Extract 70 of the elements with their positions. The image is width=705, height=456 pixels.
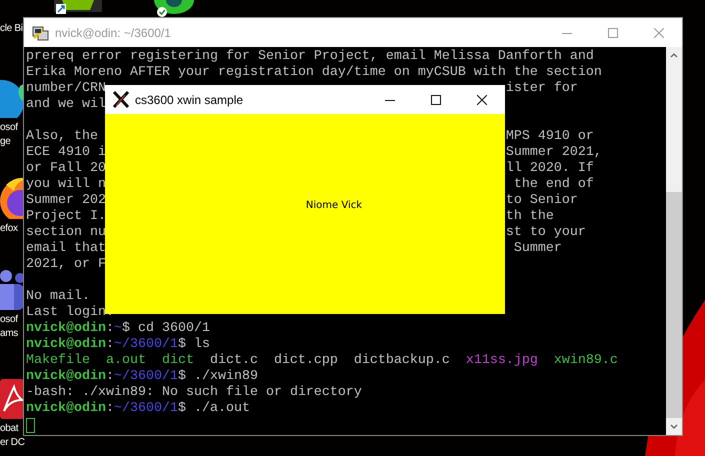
file-name: dictbackup.c bbox=[354, 353, 450, 369]
prompt-colon: : bbox=[106, 337, 114, 353]
terminal-text: Summer bbox=[512, 241, 562, 257]
terminal-text: email that bbox=[26, 241, 106, 257]
desktop-icon-label[interactable]: osof bbox=[0, 121, 18, 135]
close-icon bbox=[654, 28, 664, 38]
desktop-icon-label[interactable]: ams bbox=[0, 327, 18, 341]
file-name: dict bbox=[162, 353, 194, 369]
file-name: Makefile bbox=[26, 353, 90, 369]
file-name: dict.cpp bbox=[274, 353, 338, 369]
prompt-host: nvick@odin bbox=[26, 401, 106, 417]
terminal-text: number/CRN bbox=[26, 81, 106, 97]
desktop-icon-label[interactable]: efox bbox=[0, 222, 18, 236]
desktop-icon-label[interactable]: ge bbox=[0, 135, 11, 149]
canvas-text: Niome Vick bbox=[306, 200, 362, 210]
terminal-text: ECE 4910 i bbox=[26, 145, 106, 161]
desktop-icon-label[interactable]: cle Bi bbox=[0, 22, 23, 36]
terminal-text: st to your bbox=[506, 225, 586, 241]
prompt-path: ~ bbox=[114, 321, 122, 337]
terminal-text: Summer 2021, bbox=[506, 145, 602, 161]
terminal-text: and we wil bbox=[26, 97, 106, 113]
prompt-host: nvick@odin bbox=[26, 337, 106, 353]
file-name: a.out bbox=[106, 353, 146, 369]
prompt-host: nvick@odin bbox=[26, 369, 106, 385]
terminal-text: No mail. bbox=[26, 289, 90, 305]
desktop-icon-label[interactable]: er DC bbox=[0, 436, 25, 450]
app-shortcut-icon bbox=[54, 0, 102, 16]
terminal-text: the end of bbox=[512, 177, 594, 193]
maximize-icon bbox=[608, 28, 618, 38]
terminal-text: ll 2020. If bbox=[506, 161, 594, 177]
terminal-text: ister for bbox=[506, 81, 578, 97]
prompt-colon: : bbox=[106, 321, 114, 337]
prompt-host: nvick@odin bbox=[26, 321, 106, 337]
maximize-icon bbox=[431, 94, 441, 104]
command-text: $ ls bbox=[178, 337, 210, 353]
terminal-text: Last login: bbox=[26, 305, 114, 321]
terminal-text: you will n bbox=[26, 177, 106, 193]
prompt-colon: : bbox=[106, 401, 114, 417]
prompt-path: ~/3600/1 bbox=[114, 369, 178, 385]
command-text: $ ./xwin89 bbox=[178, 369, 258, 385]
file-name: xwin89.c bbox=[554, 353, 618, 369]
terminal-text: Summer 202 bbox=[26, 193, 106, 209]
file-name: dict.c bbox=[210, 353, 258, 369]
scrollbar-thumb[interactable] bbox=[666, 192, 682, 418]
terminal-text: -bash: ./xwin89: No such file or directory bbox=[26, 385, 362, 401]
terminal-text: Project I. bbox=[26, 209, 106, 225]
window-title: nvick@odin: ~/3600/1 bbox=[55, 26, 172, 40]
terminal-text: to Senior bbox=[506, 193, 578, 209]
file-name: x11ss.jpg bbox=[466, 353, 538, 369]
terminal-text: MPS 4910 or bbox=[506, 129, 594, 145]
terminal-text: th the bbox=[506, 209, 554, 225]
scrollbar[interactable] bbox=[666, 47, 682, 435]
prompt-colon: : bbox=[106, 369, 114, 385]
terminal-text: prereq error registering for Senior Project, email Melissa Danforth and bbox=[26, 49, 594, 65]
terminal-text: section nu bbox=[26, 225, 106, 241]
command-text: $ ./a.out bbox=[178, 401, 250, 417]
close-icon bbox=[477, 94, 487, 104]
text-cursor bbox=[26, 418, 35, 433]
x-logo-icon bbox=[113, 91, 129, 108]
desktop-icon-label[interactable]: osof bbox=[0, 313, 18, 327]
terminal-text: or Fall 20 bbox=[26, 161, 106, 177]
terminal-text: 2021, or F bbox=[26, 257, 106, 273]
terminal-text: Erika Moreno AFTER your registration day/time on myCSUB with the section bbox=[26, 65, 602, 81]
command-text: $ cd 3600/1 bbox=[122, 321, 210, 337]
desktop-icon-label[interactable]: obat bbox=[0, 422, 18, 436]
prompt-path: ~/3600/1 bbox=[114, 401, 178, 417]
terminal-text: Also, the bbox=[26, 129, 98, 145]
prompt-path: ~/3600/1 bbox=[114, 337, 178, 353]
computers-icon bbox=[32, 24, 49, 41]
window-title: cs3600 xwin sample bbox=[135, 92, 244, 106]
